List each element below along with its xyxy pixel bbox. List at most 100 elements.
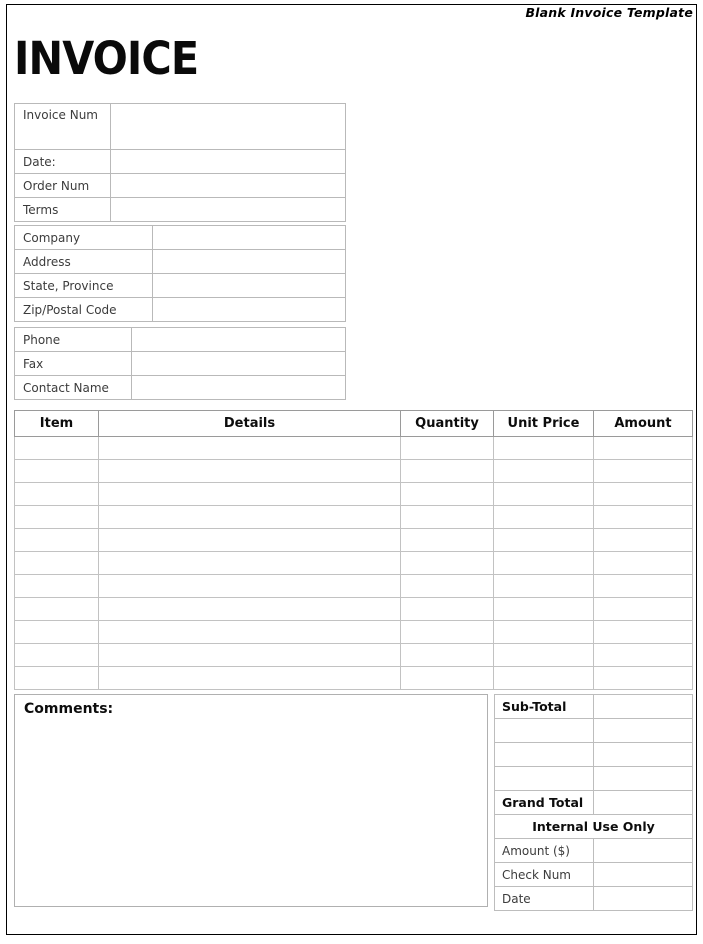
field-label-invoice-num: Invoice Num	[14, 103, 111, 150]
cell-unit-price[interactable]	[493, 574, 594, 598]
cell-details[interactable]	[98, 459, 401, 483]
cell-item[interactable]	[14, 666, 99, 690]
cell-amount[interactable]	[593, 551, 693, 575]
cell-details[interactable]	[98, 597, 401, 621]
totals-value-adjustment-2[interactable]	[593, 742, 693, 767]
cell-amount[interactable]	[593, 666, 693, 690]
cell-details[interactable]	[98, 505, 401, 529]
table-row	[14, 528, 693, 552]
cell-unit-price[interactable]	[493, 597, 594, 621]
cell-details[interactable]	[98, 620, 401, 644]
field-input-zip-postal-code[interactable]	[152, 297, 346, 322]
table-row	[14, 459, 693, 483]
cell-details[interactable]	[98, 666, 401, 690]
cell-amount[interactable]	[593, 620, 693, 644]
cell-item[interactable]	[14, 459, 99, 483]
form-row: Address	[14, 249, 346, 274]
internal-value-date[interactable]	[593, 886, 693, 911]
cell-amount[interactable]	[593, 436, 693, 460]
cell-unit-price[interactable]	[493, 666, 594, 690]
field-input-date[interactable]	[110, 149, 346, 174]
totals-value-adjustment-3[interactable]	[593, 766, 693, 791]
cell-item[interactable]	[14, 574, 99, 598]
cell-amount[interactable]	[593, 505, 693, 529]
line-items-body	[14, 436, 693, 690]
form-row: Company	[14, 225, 346, 250]
field-input-terms[interactable]	[110, 197, 346, 222]
cell-amount[interactable]	[593, 643, 693, 667]
cell-item[interactable]	[14, 620, 99, 644]
cell-unit-price[interactable]	[493, 551, 594, 575]
cell-unit-price[interactable]	[493, 459, 594, 483]
cell-unit-price[interactable]	[493, 482, 594, 506]
form-row: State, Province	[14, 273, 346, 298]
cell-details[interactable]	[98, 574, 401, 598]
cell-details[interactable]	[98, 436, 401, 460]
cell-quantity[interactable]	[400, 459, 494, 483]
cell-quantity[interactable]	[400, 551, 494, 575]
field-input-fax[interactable]	[131, 351, 346, 376]
cell-unit-price[interactable]	[493, 643, 594, 667]
field-input-order-num[interactable]	[110, 173, 346, 198]
form-row: Terms	[14, 197, 346, 222]
cell-amount[interactable]	[593, 574, 693, 598]
cell-quantity[interactable]	[400, 620, 494, 644]
cell-item[interactable]	[14, 436, 99, 460]
field-input-invoice-num[interactable]	[110, 103, 346, 150]
field-input-address[interactable]	[152, 249, 346, 274]
cell-details[interactable]	[98, 528, 401, 552]
totals-label-adjustment-2[interactable]	[494, 742, 594, 767]
cell-unit-price[interactable]	[493, 436, 594, 460]
cell-item[interactable]	[14, 551, 99, 575]
cell-details[interactable]	[98, 482, 401, 506]
column-header-item: Item	[14, 410, 99, 437]
field-input-contact-name[interactable]	[131, 375, 346, 400]
field-input-phone[interactable]	[131, 327, 346, 352]
cell-quantity[interactable]	[400, 436, 494, 460]
field-input-company[interactable]	[152, 225, 346, 250]
totals-label-grand-total: Grand Total	[494, 790, 594, 815]
totals-row: Date	[494, 886, 693, 911]
cell-quantity[interactable]	[400, 643, 494, 667]
cell-quantity[interactable]	[400, 505, 494, 529]
cell-quantity[interactable]	[400, 528, 494, 552]
cell-item[interactable]	[14, 597, 99, 621]
table-row	[14, 505, 693, 529]
comments-box[interactable]: Comments:	[14, 694, 488, 907]
form-row: Zip/Postal Code	[14, 297, 346, 322]
cell-quantity[interactable]	[400, 666, 494, 690]
cell-item[interactable]	[14, 528, 99, 552]
cell-details[interactable]	[98, 643, 401, 667]
cell-details[interactable]	[98, 551, 401, 575]
field-label-phone: Phone	[14, 327, 132, 352]
totals-label-adjustment-1[interactable]	[494, 718, 594, 743]
cell-item[interactable]	[14, 643, 99, 667]
field-input-state-province[interactable]	[152, 273, 346, 298]
table-header-row: Item Details Quantity Unit Price Amount	[14, 410, 693, 437]
invoice-meta-block: Invoice Num Date: Order Num Terms	[14, 103, 346, 222]
cell-amount[interactable]	[593, 597, 693, 621]
table-row	[14, 620, 693, 644]
cell-amount[interactable]	[593, 482, 693, 506]
internal-value-amount[interactable]	[593, 838, 693, 863]
totals-value-adjustment-1[interactable]	[593, 718, 693, 743]
cell-quantity[interactable]	[400, 597, 494, 621]
table-row	[14, 574, 693, 598]
cell-amount[interactable]	[593, 528, 693, 552]
field-label-company: Company	[14, 225, 153, 250]
cell-quantity[interactable]	[400, 574, 494, 598]
contact-block: Phone Fax Contact Name	[14, 327, 346, 400]
cell-unit-price[interactable]	[493, 528, 594, 552]
cell-quantity[interactable]	[400, 482, 494, 506]
totals-value-grand-total[interactable]	[593, 790, 693, 815]
cell-item[interactable]	[14, 482, 99, 506]
totals-label-adjustment-3[interactable]	[494, 766, 594, 791]
cell-item[interactable]	[14, 505, 99, 529]
totals-value-sub-total[interactable]	[593, 694, 693, 719]
totals-row: Grand Total	[494, 790, 693, 815]
cell-unit-price[interactable]	[493, 505, 594, 529]
internal-value-check-num[interactable]	[593, 862, 693, 887]
cell-unit-price[interactable]	[493, 620, 594, 644]
internal-use-only-heading: Internal Use Only	[494, 814, 693, 839]
cell-amount[interactable]	[593, 459, 693, 483]
